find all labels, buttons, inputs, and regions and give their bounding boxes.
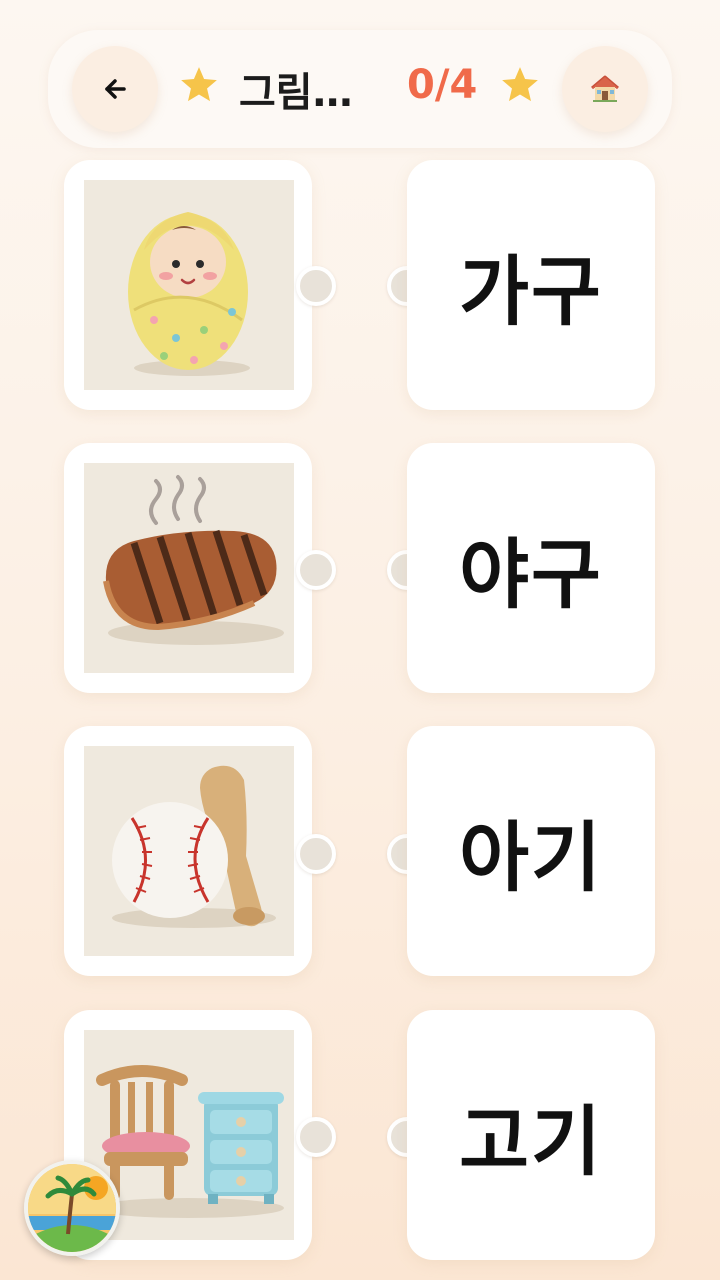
island-logo-icon bbox=[28, 1164, 116, 1252]
picture-card[interactable] bbox=[64, 160, 312, 410]
word-card[interactable]: 아기 bbox=[407, 726, 655, 976]
word-label: 고기 bbox=[459, 1097, 603, 1186]
word-card[interactable]: 고기 bbox=[407, 1010, 655, 1260]
back-button[interactable] bbox=[72, 46, 158, 132]
grilled-meat-image bbox=[84, 463, 294, 673]
connector-dot[interactable] bbox=[296, 266, 336, 306]
swaddled-baby-image bbox=[84, 180, 294, 390]
star-icon bbox=[502, 67, 538, 102]
picture-card[interactable] bbox=[64, 443, 312, 693]
connector-dot[interactable] bbox=[296, 834, 336, 874]
word-label: 가구 bbox=[459, 247, 603, 336]
word-label: 아기 bbox=[459, 813, 603, 902]
star-icon bbox=[181, 67, 217, 102]
progress-counter: 0/4 bbox=[407, 62, 478, 108]
page-title: 그림… bbox=[239, 70, 353, 116]
home-button[interactable] bbox=[562, 46, 648, 132]
header-bar: 그림… 0/4 bbox=[48, 30, 672, 148]
connector-dot[interactable] bbox=[296, 1117, 336, 1157]
connector-dot[interactable] bbox=[296, 550, 336, 590]
picture-card[interactable] bbox=[64, 726, 312, 976]
arrow-left-icon bbox=[105, 79, 126, 99]
baseball-bat-image bbox=[84, 746, 294, 956]
house-icon bbox=[591, 75, 619, 102]
app-logo[interactable] bbox=[24, 1160, 120, 1256]
word-card[interactable]: 가구 bbox=[407, 160, 655, 410]
word-label: 야구 bbox=[459, 530, 603, 619]
word-card[interactable]: 야구 bbox=[407, 443, 655, 693]
